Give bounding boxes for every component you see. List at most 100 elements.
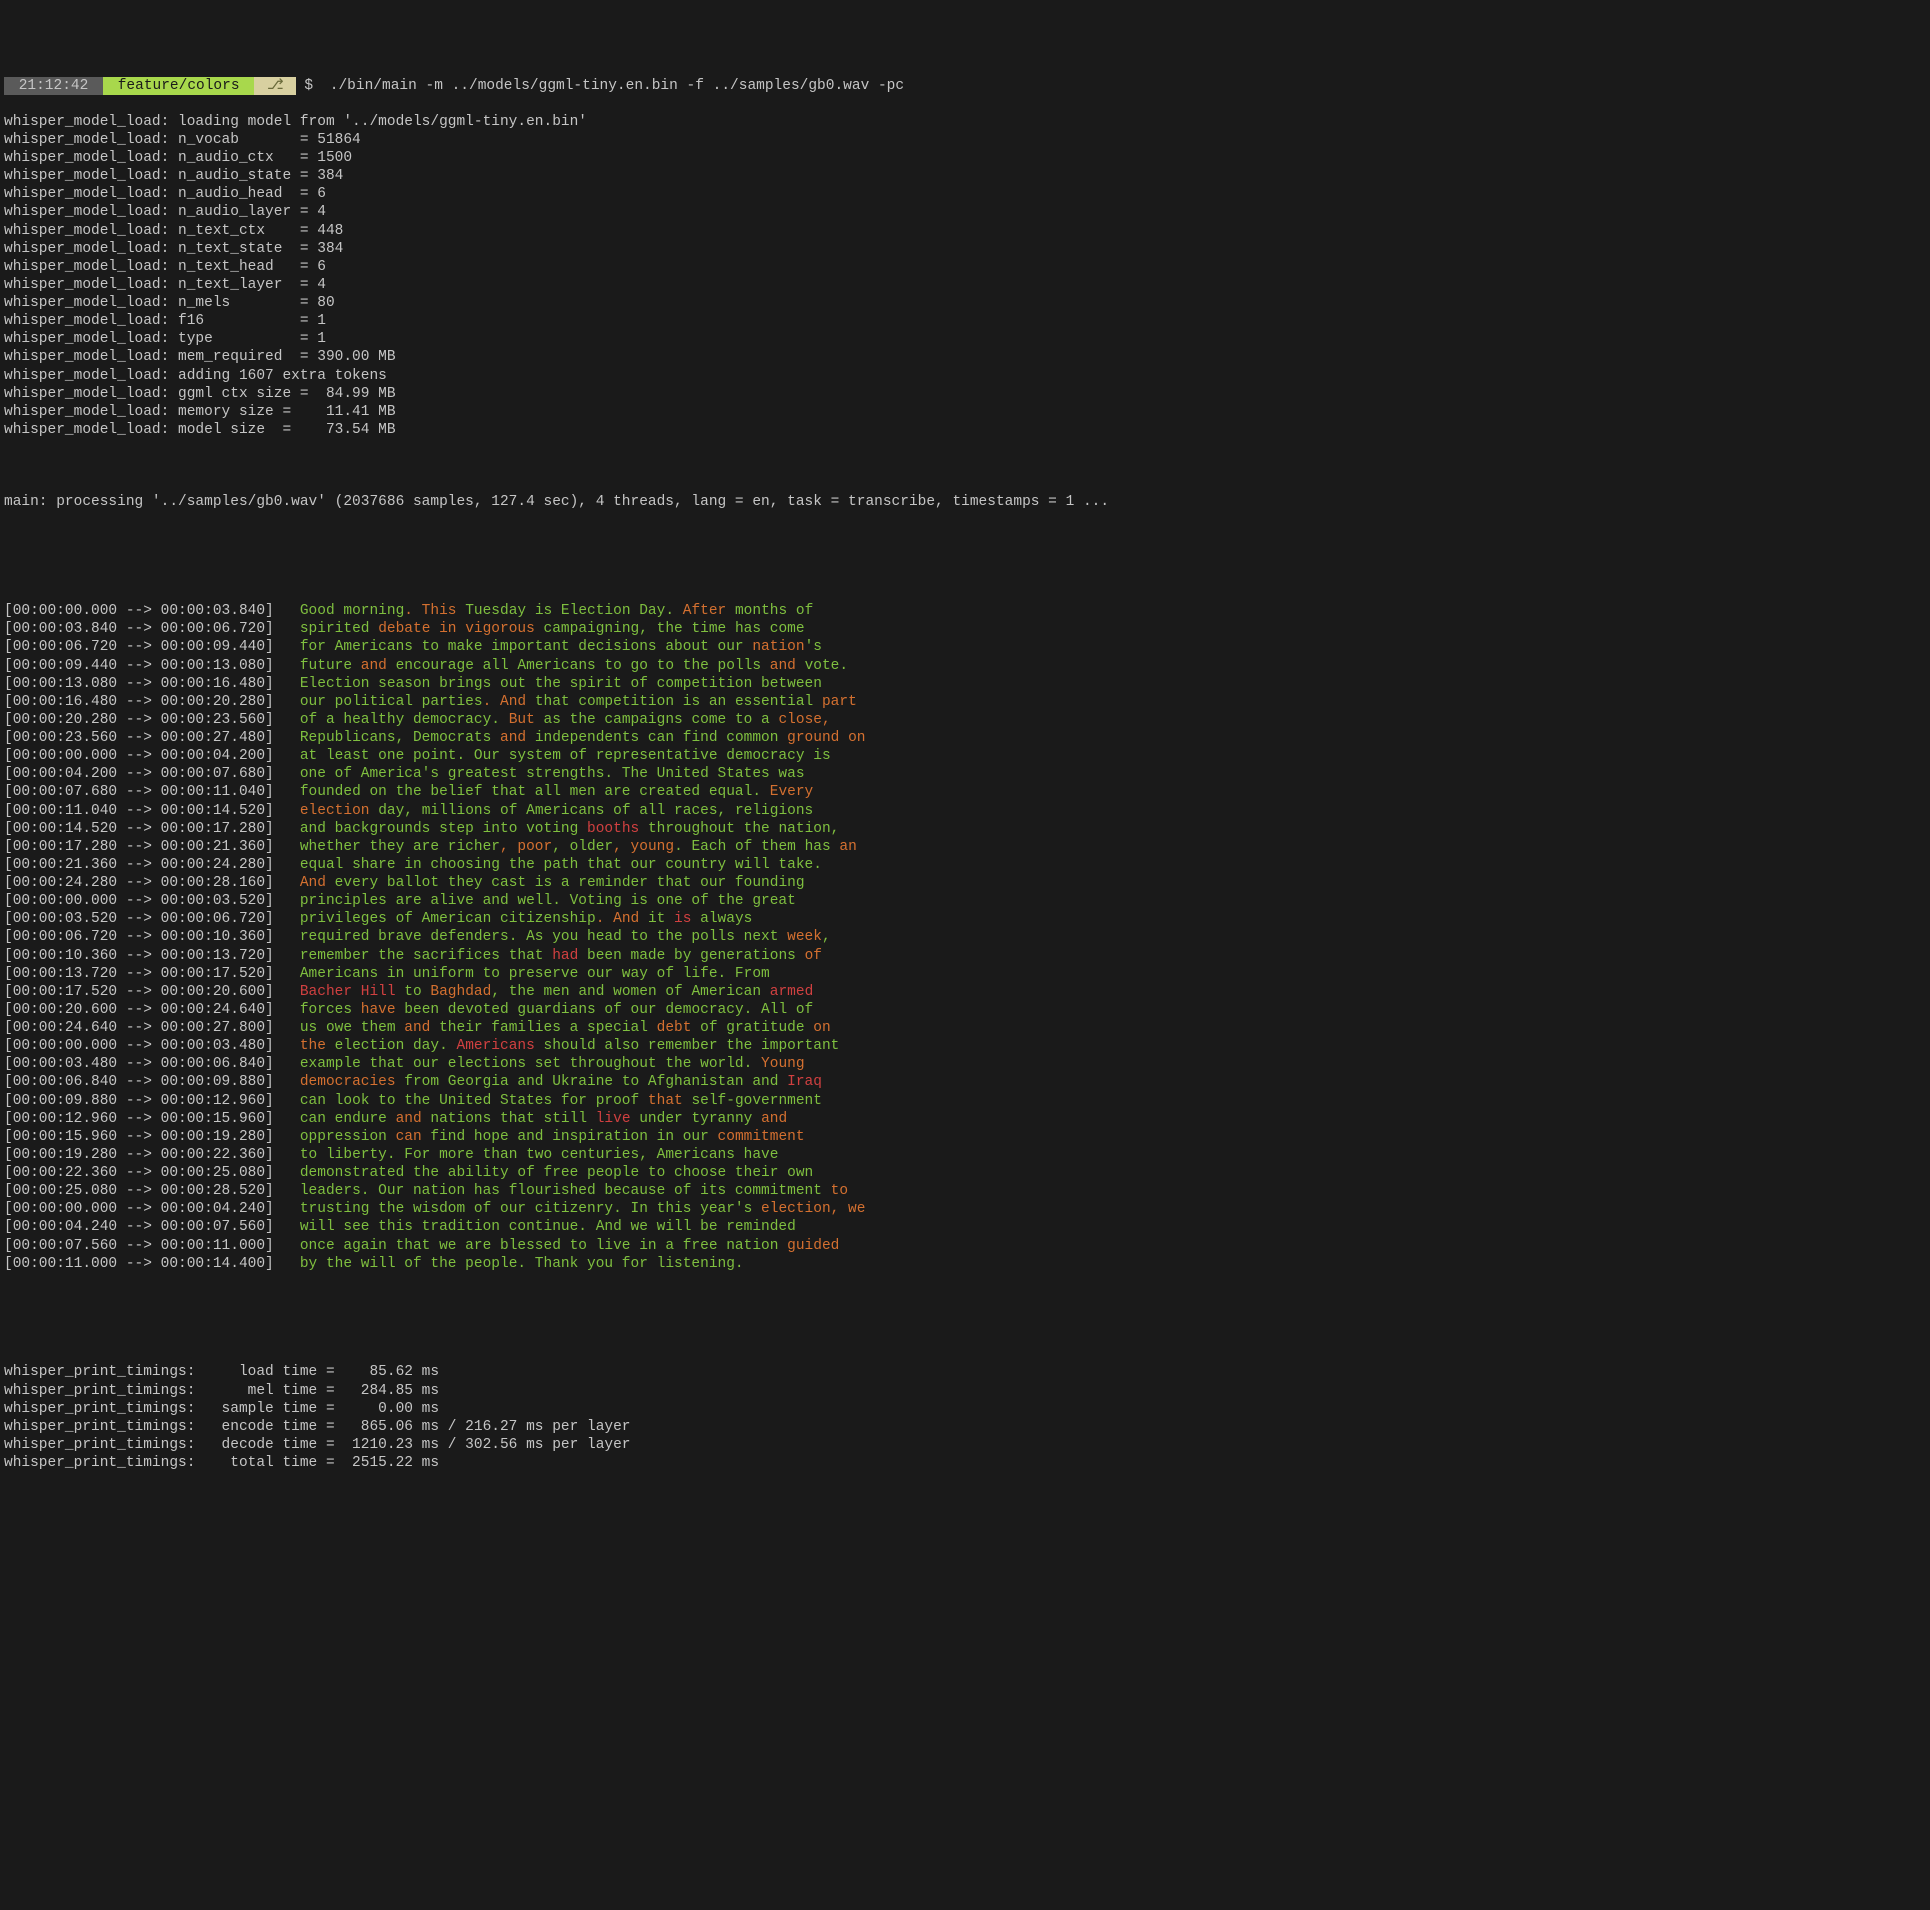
transcript-line: [00:00:07.560 --> 00:00:11.000] once aga… xyxy=(4,1237,1926,1255)
transcript-line: [00:00:17.280 --> 00:00:21.360] whether … xyxy=(4,838,1926,856)
transcript-line: [00:00:15.960 --> 00:00:19.280] oppressi… xyxy=(4,1128,1926,1146)
transcript-line: [00:00:00.000 --> 00:00:03.840] Good mor… xyxy=(4,602,1926,620)
prompt-line: 21:12:42 feature/colors ⎇ $ ./bin/main -… xyxy=(4,77,1926,95)
timestamp: [00:00:04.240 --> 00:00:07.560] xyxy=(4,1219,300,1235)
token: on xyxy=(813,1020,830,1036)
terminal-output: 21:12:42 feature/colors ⎇ $ ./bin/main -… xyxy=(4,58,1926,1490)
transcript-line: [00:00:11.040 --> 00:00:14.520] election… xyxy=(4,802,1926,820)
transcript-line: [00:00:04.200 --> 00:00:07.680] one of A… xyxy=(4,765,1926,783)
model-load-line: whisper_model_load: memory size = 11.41 … xyxy=(4,403,1926,421)
transcript-line: [00:00:21.360 --> 00:00:24.280] equal sh… xyxy=(4,856,1926,874)
token: 's xyxy=(805,639,822,655)
timestamp: [00:00:06.720 --> 00:00:09.440] xyxy=(4,639,300,655)
token: privileges of American citizenship xyxy=(300,911,596,927)
timing-line: whisper_print_timings: load time = 85.62… xyxy=(4,1363,1926,1381)
model-load-line: whisper_model_load: ggml ctx size = 84.9… xyxy=(4,385,1926,403)
model-load-line: whisper_model_load: loading model from '… xyxy=(4,113,1926,131)
timing-line: whisper_print_timings: sample time = 0.0… xyxy=(4,1400,1926,1418)
transcript-line: [00:00:13.720 --> 00:00:17.520] American… xyxy=(4,965,1926,983)
token: , xyxy=(822,929,831,945)
token: can look to the United States for proof xyxy=(300,1093,648,1109)
token: Americans xyxy=(457,1038,544,1054)
token: spirited xyxy=(300,621,378,637)
timestamp: [00:00:00.000 --> 00:00:04.200] xyxy=(4,748,300,764)
token: election, we xyxy=(761,1201,865,1217)
blank-line xyxy=(4,457,1926,475)
timestamp: [00:00:17.520 --> 00:00:20.600] xyxy=(4,984,300,1000)
token: can xyxy=(396,1129,431,1145)
token: and xyxy=(361,658,396,674)
token: to liberty. For more than two centuries,… xyxy=(300,1147,779,1163)
timestamp: [00:00:03.480 --> 00:00:06.840] xyxy=(4,1056,300,1072)
token: months of xyxy=(735,603,813,619)
timestamp: [00:00:12.960 --> 00:00:15.960] xyxy=(4,1111,300,1127)
token: throughout the nation, xyxy=(648,821,839,837)
token: that competition is an essential xyxy=(535,694,822,710)
token: every ballot they cast is a reminder tha… xyxy=(335,875,805,891)
timestamp: [00:00:06.840 --> 00:00:09.880] xyxy=(4,1074,300,1090)
token: part xyxy=(822,694,857,710)
token: and xyxy=(770,658,805,674)
timestamp: [00:00:11.040 --> 00:00:14.520] xyxy=(4,803,300,819)
model-load-line: whisper_model_load: n_text_state = 384 xyxy=(4,240,1926,258)
transcript-line: [00:00:04.240 --> 00:00:07.560] will see… xyxy=(4,1218,1926,1236)
timestamp: [00:00:07.680 --> 00:00:11.040] xyxy=(4,784,300,800)
transcript-line: [00:00:22.360 --> 00:00:25.080] demonstr… xyxy=(4,1164,1926,1182)
token: one of America's greatest strengths. The… xyxy=(300,766,805,782)
timestamp: [00:00:20.280 --> 00:00:23.560] xyxy=(4,712,300,728)
transcript-line: [00:00:06.720 --> 00:00:10.360] required… xyxy=(4,928,1926,946)
timestamp: [00:00:21.360 --> 00:00:24.280] xyxy=(4,857,300,873)
transcript-line: [00:00:03.520 --> 00:00:06.720] privileg… xyxy=(4,910,1926,928)
model-load-line: whisper_model_load: n_vocab = 51864 xyxy=(4,131,1926,149)
transcript-line: [00:00:10.360 --> 00:00:13.720] remember… xyxy=(4,947,1926,965)
transcript-line: [00:00:20.600 --> 00:00:24.640] forces h… xyxy=(4,1001,1926,1019)
token: Tuesday is Election Day. xyxy=(465,603,683,619)
token: as the campaigns come to a xyxy=(544,712,779,728)
token: to xyxy=(831,1183,848,1199)
model-load-line: whisper_model_load: f16 = 1 xyxy=(4,312,1926,330)
model-load-line: whisper_model_load: n_audio_ctx = 1500 xyxy=(4,149,1926,167)
token: equal share in choosing the path that ou… xyxy=(300,857,822,873)
token: remember the sacrifices that xyxy=(300,948,552,964)
token: , older xyxy=(552,839,613,855)
token: close, xyxy=(778,712,830,728)
transcript-line: [00:00:06.840 --> 00:00:09.880] democrac… xyxy=(4,1073,1926,1091)
token: once again that we are blessed to live i… xyxy=(300,1238,787,1254)
timestamp: [00:00:16.480 --> 00:00:20.280] xyxy=(4,694,300,710)
token: have xyxy=(361,1002,405,1018)
transcript-line: [00:00:09.880 --> 00:00:12.960] can look… xyxy=(4,1092,1926,1110)
token: , young xyxy=(613,839,674,855)
token: After xyxy=(683,603,735,619)
token: campaigning, the time has come xyxy=(544,621,805,637)
token: debt xyxy=(657,1020,701,1036)
token: booths xyxy=(587,821,648,837)
timing-line: whisper_print_timings: total time = 2515… xyxy=(4,1454,1926,1472)
token: live xyxy=(596,1111,640,1127)
token: the xyxy=(300,1038,335,1054)
token: encourage all Americans to go to the pol… xyxy=(396,658,770,674)
prompt-time: 21:12:42 xyxy=(4,77,103,95)
blank-line xyxy=(4,566,1926,584)
token: future xyxy=(300,658,361,674)
token: day, millions of Americans of all races,… xyxy=(378,803,813,819)
timing-line: whisper_print_timings: mel time = 284.85… xyxy=(4,1382,1926,1400)
token: always xyxy=(700,911,752,927)
transcript-line: [00:00:00.000 --> 00:00:03.480] the elec… xyxy=(4,1037,1926,1055)
token: for Americans to make important decision… xyxy=(300,639,752,655)
token: debate in vigorous xyxy=(378,621,543,637)
token: . This xyxy=(404,603,465,619)
token: forces xyxy=(300,1002,361,1018)
token: and backgrounds step into voting xyxy=(300,821,587,837)
transcript-line: [00:00:14.520 --> 00:00:17.280] and back… xyxy=(4,820,1926,838)
model-load-line: whisper_model_load: model size = 73.54 M… xyxy=(4,421,1926,439)
timestamp: [00:00:00.000 --> 00:00:04.240] xyxy=(4,1201,300,1217)
timestamp: [00:00:23.560 --> 00:00:27.480] xyxy=(4,730,300,746)
token: of a healthy democracy. xyxy=(300,712,509,728)
token: it xyxy=(648,911,674,927)
timestamp: [00:00:00.000 --> 00:00:03.480] xyxy=(4,1038,300,1054)
main-processing-line: main: processing '../samples/gb0.wav' (2… xyxy=(4,493,1926,511)
token: us owe them xyxy=(300,1020,404,1036)
token: of gratitude xyxy=(700,1020,813,1036)
branch-icon: ⎇ xyxy=(254,77,296,95)
token: guided xyxy=(787,1238,839,1254)
